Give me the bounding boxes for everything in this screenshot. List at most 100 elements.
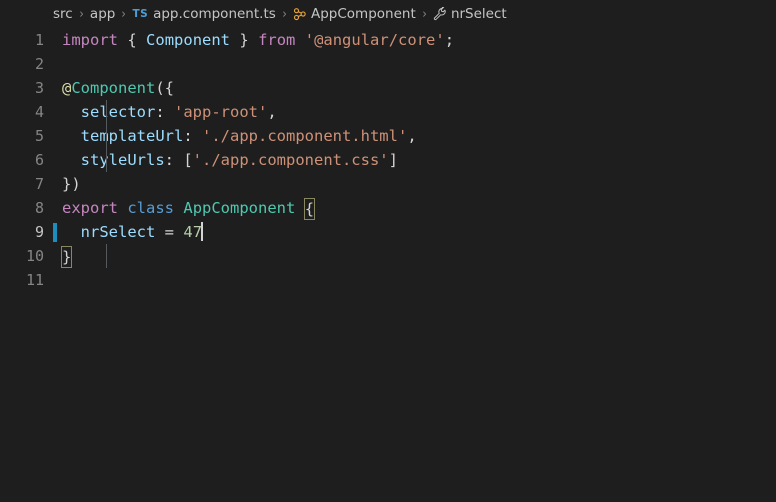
code-token: import bbox=[62, 31, 118, 49]
code-token: export bbox=[62, 199, 118, 217]
code-token: { bbox=[303, 198, 316, 220]
code-line[interactable]: 10} bbox=[0, 244, 776, 268]
code-token: from bbox=[258, 31, 296, 49]
breadcrumb-item-property[interactable]: nrSelect bbox=[433, 5, 507, 23]
line-number: 4 bbox=[34, 103, 44, 121]
indent-guide bbox=[106, 100, 107, 172]
line-gutter: 11 bbox=[0, 268, 62, 292]
chevron-right-icon: › bbox=[121, 6, 127, 22]
line-number: 6 bbox=[34, 151, 44, 169]
code-line-text[interactable]: }) bbox=[62, 172, 776, 196]
code-token: : bbox=[155, 103, 174, 121]
line-number: 7 bbox=[34, 175, 44, 193]
code-token: 'app-root' bbox=[174, 103, 268, 121]
code-line[interactable]: 9 nrSelect = 47 bbox=[0, 220, 776, 244]
code-line[interactable]: 6 styleUrls: ['./app.component.css'] bbox=[0, 148, 776, 172]
line-gutter: 8 bbox=[0, 196, 62, 220]
class-symbol-icon bbox=[293, 7, 307, 25]
line-gutter: 6 bbox=[0, 148, 62, 172]
property-symbol-icon bbox=[433, 6, 447, 25]
code-token: } bbox=[60, 246, 73, 268]
code-token: styleUrls bbox=[80, 151, 165, 169]
cursor-line-marker bbox=[53, 223, 57, 242]
code-token: : [ bbox=[164, 151, 193, 169]
typescript-file-icon: TS bbox=[132, 7, 149, 20]
line-gutter: 7 bbox=[0, 172, 62, 196]
code-token: , bbox=[407, 127, 417, 145]
code-line[interactable]: 1 import { Component } from '@angular/cor… bbox=[0, 28, 776, 52]
code-token: templateUrl bbox=[80, 127, 184, 145]
line-number: 8 bbox=[34, 199, 44, 217]
code-line-text[interactable]: styleUrls: ['./app.component.css'] bbox=[62, 148, 776, 172]
code-line[interactable]: 5 templateUrl: './app.component.html', bbox=[0, 124, 776, 148]
line-gutter: 9 bbox=[0, 220, 62, 244]
line-gutter: 4 bbox=[0, 100, 62, 124]
code-line-text[interactable]: templateUrl: './app.component.html', bbox=[62, 124, 776, 148]
code-content-area[interactable]: 1 import { Component } from '@angular/cor… bbox=[0, 28, 776, 502]
code-line-text[interactable]: @Component({ bbox=[62, 76, 776, 100]
code-token: './app.component.css' bbox=[192, 151, 389, 169]
breadcrumb-item-class[interactable]: AppComponent bbox=[293, 5, 416, 23]
code-token: { bbox=[127, 31, 137, 49]
code-line-text[interactable]: } bbox=[60, 244, 776, 268]
code-line-text[interactable] bbox=[62, 52, 776, 76]
code-token: : bbox=[183, 127, 202, 145]
code-line[interactable]: 7}) bbox=[0, 172, 776, 196]
chevron-right-icon: › bbox=[422, 6, 427, 22]
code-token: } bbox=[239, 31, 249, 49]
breadcrumb: src › app › TS app.component.ts › AppCom… bbox=[0, 0, 776, 28]
code-token: Component bbox=[146, 31, 231, 49]
chevron-right-icon: › bbox=[282, 6, 287, 22]
breadcrumb-label: app.component.ts bbox=[153, 6, 276, 22]
text-cursor bbox=[201, 222, 204, 241]
code-line-text[interactable]: import { Component } from '@angular/core… bbox=[62, 28, 776, 52]
breadcrumb-item-app[interactable]: app bbox=[90, 6, 115, 22]
code-token: AppComponent bbox=[183, 199, 296, 217]
chevron-right-icon: › bbox=[79, 6, 84, 22]
code-line[interactable]: 4 selector: 'app-root', bbox=[0, 100, 776, 124]
line-number: 1 bbox=[34, 31, 44, 49]
code-line[interactable]: 2 bbox=[0, 52, 776, 76]
code-line[interactable]: 3 @Component({ bbox=[0, 76, 776, 100]
line-number: 9 bbox=[34, 223, 44, 241]
code-line-text[interactable]: export class AppComponent { bbox=[62, 196, 776, 220]
code-token: @ bbox=[62, 79, 72, 97]
breadcrumb-item-src[interactable]: src bbox=[53, 6, 73, 22]
code-line-text[interactable]: nrSelect = 47 bbox=[62, 220, 776, 244]
line-gutter: 2 bbox=[0, 52, 62, 76]
line-gutter: 3 bbox=[0, 76, 62, 100]
code-token: class bbox=[127, 199, 175, 217]
line-gutter: 1 bbox=[0, 28, 62, 52]
code-editor: src › app › TS app.component.ts › AppCom… bbox=[0, 0, 776, 502]
code-line-text[interactable] bbox=[62, 268, 776, 292]
breadcrumb-label: nrSelect bbox=[450, 6, 507, 22]
code-token: ; bbox=[444, 31, 455, 49]
line-gutter: 5 bbox=[0, 124, 62, 148]
line-gutter: 10 bbox=[0, 244, 62, 268]
line-number: 10 bbox=[25, 247, 44, 265]
breadcrumb-item-file[interactable]: TS app.component.ts bbox=[133, 6, 276, 22]
code-token: = bbox=[164, 223, 175, 241]
code-token: Component bbox=[71, 79, 156, 97]
breadcrumb-label: AppComponent bbox=[310, 6, 416, 22]
breadcrumb-label: src bbox=[53, 6, 73, 22]
code-token: }) bbox=[62, 175, 81, 193]
code-token: ] bbox=[388, 151, 398, 169]
code-token: nrSelect bbox=[80, 223, 156, 241]
code-line-text[interactable]: selector: 'app-root', bbox=[62, 100, 776, 124]
line-number: 5 bbox=[34, 127, 44, 145]
code-token: '@angular/core' bbox=[304, 31, 445, 49]
code-line[interactable]: 11 bbox=[0, 268, 776, 292]
line-number: 3 bbox=[34, 79, 44, 97]
code-line[interactable]: 8 export class AppComponent { bbox=[0, 196, 776, 220]
code-token: ({ bbox=[155, 79, 175, 97]
